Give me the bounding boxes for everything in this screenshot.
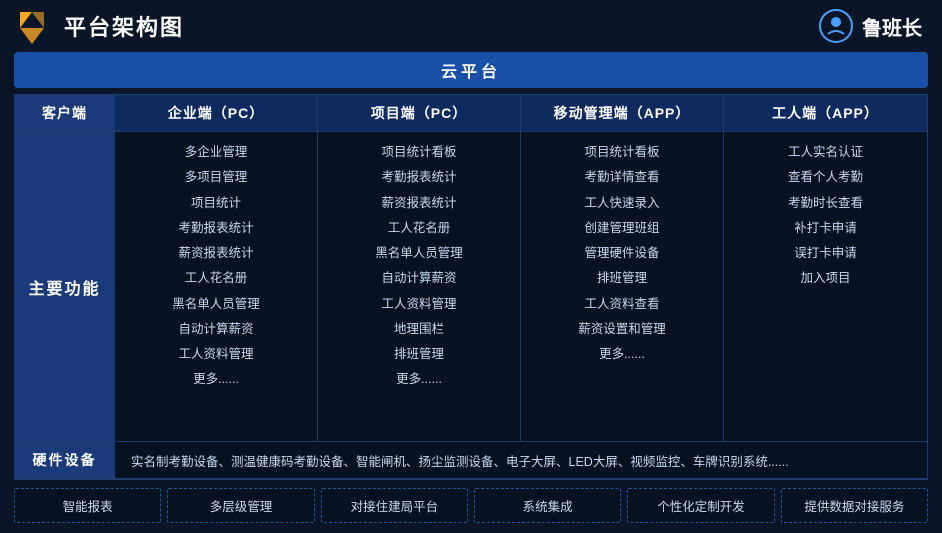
main-functions-row: 主要功能 多企业管理 多项目管理 项目统计 考勤报表统计 薪资报表统计 工人花名… — [15, 132, 927, 442]
brand-name: 鲁班长 — [862, 12, 922, 41]
list-item: 考勤时长查看 — [788, 193, 863, 214]
header: 平台架构图 鲁班长 — [0, 0, 942, 52]
list-item: 考勤报表统计 — [381, 167, 456, 188]
list-item: 多项目管理 — [185, 167, 248, 188]
feature-item-5: 提供数据对接服务 — [781, 488, 928, 523]
list-item: 薪资设置和管理 — [578, 319, 666, 340]
logo-icon — [16, 8, 52, 44]
hardware-row: 硬件设备 实名制考勤设备、测温健康码考勤设备、智能闸机、扬尘监测设备、电子大屏、… — [15, 442, 927, 479]
mobile-content: 项目统计看板 考勤详情查看 工人快速录入 创建管理班组 管理硬件设备 排班管理 … — [521, 132, 724, 441]
project-content: 项目统计看板 考勤报表统计 薪资报表统计 工人花名册 黑名单人员管理 自动计算薪… — [318, 132, 521, 441]
list-item: 黑名单人员管理 — [172, 294, 260, 315]
list-item: 项目统计 — [191, 193, 241, 214]
list-item: 创建管理班组 — [584, 218, 659, 239]
list-item: 工人花名册 — [185, 268, 248, 289]
list-item: 查看个人考勤 — [788, 167, 863, 188]
cloud-platform-label: 云平台 — [441, 64, 501, 81]
feature-item-1: 多层级管理 — [167, 488, 314, 523]
list-item: 薪资报表统计 — [381, 193, 456, 214]
list-item: 更多...... — [599, 344, 645, 365]
list-item: 工人资料管理 — [381, 294, 456, 315]
list-item: 排班管理 — [597, 268, 647, 289]
main-content: 云平台 客户端 企业端（PC） 项目端（PC） 移动管理端（APP） 工人端（A… — [0, 52, 942, 533]
feature-item-2: 对接住建局平台 — [321, 488, 468, 523]
list-item: 加入项目 — [800, 268, 850, 289]
list-item: 工人花名册 — [388, 218, 451, 239]
list-item: 薪资报表统计 — [178, 243, 253, 264]
list-item: 排班管理 — [394, 344, 444, 365]
header-title: 平台架构图 — [64, 10, 184, 42]
list-item: 工人资料查看 — [584, 294, 659, 315]
cloud-platform-bar: 云平台 — [14, 52, 928, 88]
column-headers: 客户端 企业端（PC） 项目端（PC） 移动管理端（APP） 工人端（APP） — [15, 95, 927, 132]
list-item: 地理围栏 — [394, 319, 444, 340]
hardware-label: 硬件设备 — [15, 442, 115, 478]
list-item: 自动计算薪资 — [381, 268, 456, 289]
list-item: 工人实名认证 — [788, 142, 863, 163]
enterprise-content: 多企业管理 多项目管理 项目统计 考勤报表统计 薪资报表统计 工人花名册 黑名单… — [115, 132, 318, 441]
brand-icon — [818, 8, 854, 44]
list-item: 更多...... — [193, 369, 239, 390]
list-item: 黑名单人员管理 — [375, 243, 463, 264]
list-item: 补打卡申请 — [794, 218, 857, 239]
col-header-project: 项目端（PC） — [318, 95, 521, 131]
feature-item-3: 系统集成 — [474, 488, 621, 523]
list-item: 更多...... — [396, 369, 442, 390]
col-header-client: 客户端 — [15, 95, 115, 131]
list-item: 项目统计看板 — [584, 142, 659, 163]
list-item: 项目统计看板 — [381, 142, 456, 163]
worker-content: 工人实名认证 查看个人考勤 考勤时长查看 补打卡申请 误打卡申请 加入项目 — [724, 132, 927, 441]
main-functions-label: 主要功能 — [15, 132, 115, 441]
list-item: 误打卡申请 — [794, 243, 857, 264]
col-header-worker: 工人端（APP） — [724, 95, 927, 131]
list-item: 管理硬件设备 — [584, 243, 659, 264]
list-item: 工人快速录入 — [584, 193, 659, 214]
header-left: 平台架构图 — [16, 8, 184, 44]
brand: 鲁班长 — [818, 8, 922, 44]
col-header-enterprise: 企业端（PC） — [115, 95, 318, 131]
feature-item-0: 智能报表 — [14, 488, 161, 523]
list-item: 工人资料管理 — [178, 344, 253, 365]
list-item: 考勤报表统计 — [178, 218, 253, 239]
hardware-content: 实名制考勤设备、测温健康码考勤设备、智能闸机、扬尘监测设备、电子大屏、LED大屏… — [115, 442, 927, 478]
list-item: 考勤详情查看 — [584, 167, 659, 188]
features-row: 智能报表 多层级管理 对接住建局平台 系统集成 个性化定制开发 提供数据对接服务 — [14, 488, 928, 523]
col-header-mobile: 移动管理端（APP） — [521, 95, 724, 131]
list-item: 自动计算薪资 — [178, 319, 253, 340]
feature-item-4: 个性化定制开发 — [627, 488, 774, 523]
platform-table: 客户端 企业端（PC） 项目端（PC） 移动管理端（APP） 工人端（APP） … — [14, 94, 928, 480]
list-item: 多企业管理 — [185, 142, 248, 163]
